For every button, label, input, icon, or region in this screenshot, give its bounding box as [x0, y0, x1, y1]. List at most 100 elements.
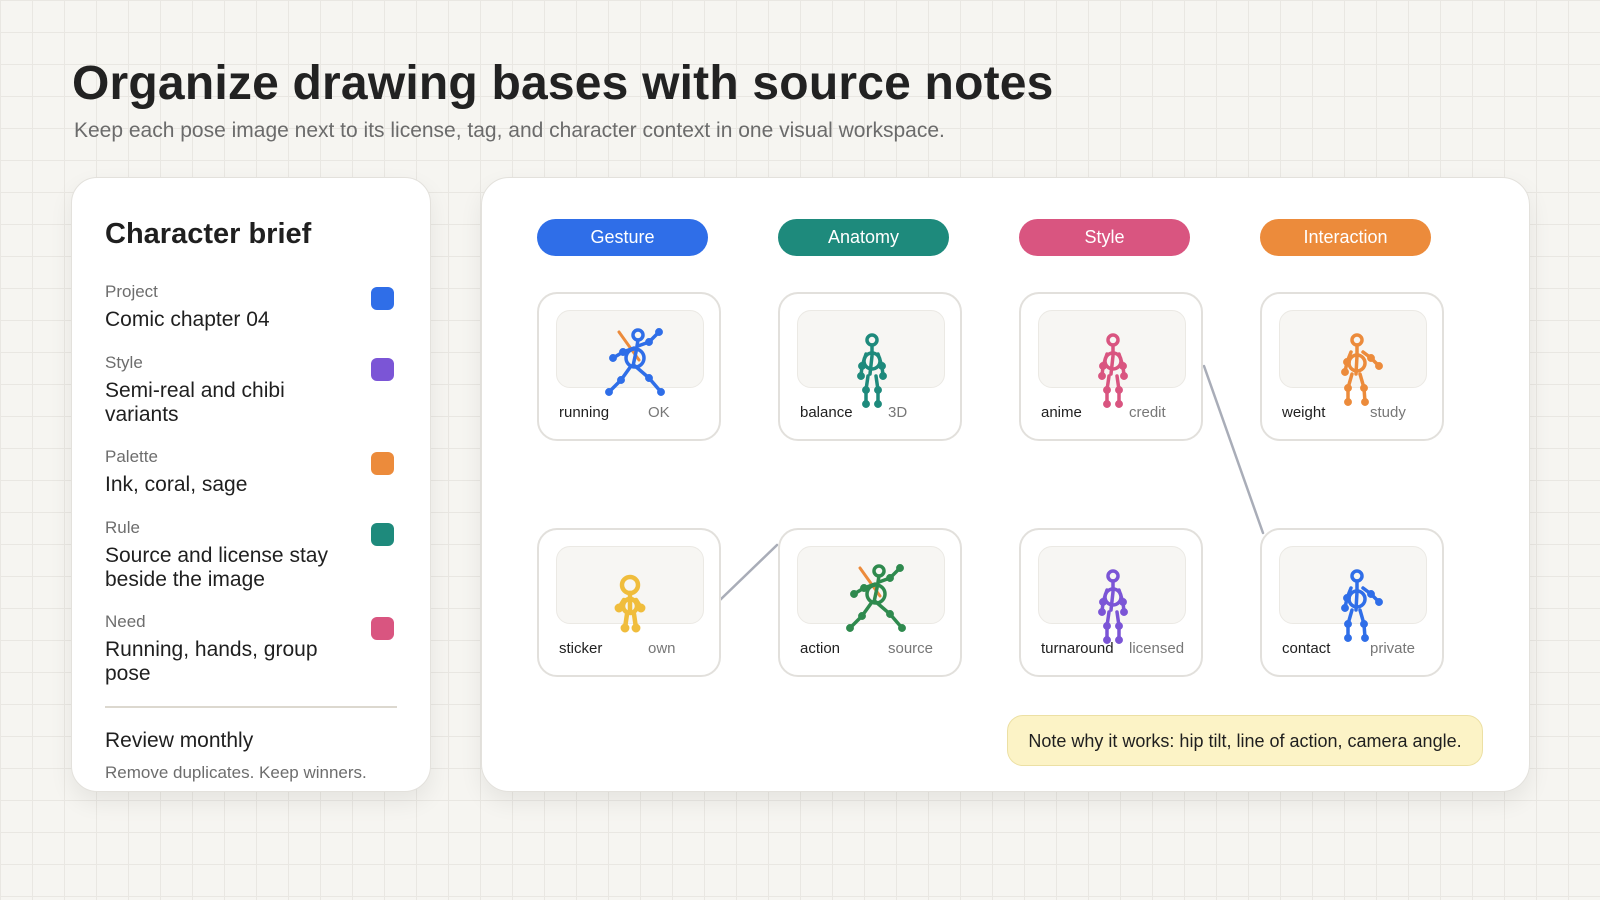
figure-joint — [1115, 400, 1123, 408]
figure-joint — [858, 362, 866, 370]
card-tag: balance — [800, 404, 853, 421]
swatch-rule — [371, 523, 394, 546]
figure-joint — [874, 386, 882, 394]
figure-joint — [1119, 362, 1127, 370]
figure-joint — [1115, 636, 1123, 644]
field-value: Comic chapter 04 — [105, 308, 270, 331]
pose-card[interactable]: weight study — [1260, 292, 1444, 441]
swatch-palette — [371, 452, 394, 475]
figure-joint — [609, 354, 617, 362]
figure-joint — [645, 338, 653, 346]
pose-card[interactable]: sticker own — [537, 528, 721, 677]
pose-card[interactable]: turnaround licensed — [1019, 528, 1203, 677]
pose-card[interactable]: anime credit — [1019, 292, 1203, 441]
swatch-project — [371, 287, 394, 310]
figure-joint — [862, 386, 870, 394]
figure-joint — [1344, 634, 1352, 642]
figure-joint — [1361, 634, 1369, 642]
figure-joint — [605, 388, 613, 396]
figure-joint — [1115, 622, 1123, 630]
figure-joint — [879, 372, 887, 380]
figure-joint — [1360, 384, 1368, 392]
figure-joint — [1341, 604, 1349, 612]
card-note: private — [1370, 640, 1416, 657]
figure-joint — [1343, 594, 1351, 602]
figure-joint — [1343, 358, 1351, 366]
field-value: Ink, coral, sage — [105, 473, 248, 496]
category-pill-anatomy[interactable]: Anatomy — [778, 219, 949, 256]
figure-joint — [645, 374, 653, 382]
field-label: Project — [105, 282, 158, 301]
category-pill-style[interactable]: Style — [1019, 219, 1190, 256]
pose-card[interactable]: contact private — [1260, 528, 1444, 677]
card-note: 3D — [888, 404, 908, 421]
figure-joint — [1115, 386, 1123, 394]
card-note: OK — [648, 404, 670, 421]
connector-line — [718, 543, 779, 602]
brief-field-rule: Rule Source and license stay beside the … — [105, 518, 405, 592]
card-tag: action — [800, 640, 841, 657]
figure-joint — [1119, 598, 1127, 606]
card-tag: running — [559, 404, 610, 421]
field-label: Style — [105, 353, 143, 372]
figure-joint — [857, 372, 865, 380]
figure-joint — [1341, 368, 1349, 376]
field-value: Semi-real and chibi variants — [105, 379, 285, 426]
card-note: licensed — [1129, 640, 1185, 657]
figure-joint — [631, 623, 641, 633]
pose-figure — [857, 333, 887, 408]
page-subtitle: Keep each pose image next to its license… — [74, 119, 945, 142]
figure-joint — [860, 584, 868, 592]
figure-joint — [617, 376, 625, 384]
figure-joint — [1103, 622, 1111, 630]
figure-joint — [1103, 400, 1111, 408]
figure-joint — [898, 624, 906, 632]
brief-title: Character brief — [105, 218, 312, 250]
figure-joint — [1367, 354, 1375, 362]
category-pill-gesture[interactable]: Gesture — [537, 219, 708, 256]
card-tag: weight — [1282, 404, 1326, 421]
figure-head — [619, 574, 641, 596]
pose-figure — [1098, 333, 1128, 408]
card-tag: turnaround — [1041, 640, 1114, 657]
figure-joint — [878, 362, 886, 370]
pose-card[interactable]: running OK — [537, 292, 721, 441]
pose-figure — [614, 574, 646, 633]
figure-joint — [636, 603, 646, 613]
card-connectors — [718, 364, 1265, 602]
figure-joint — [655, 328, 663, 336]
pose-board: Gesture Anatomy Style Interaction runnin… — [481, 177, 1530, 792]
figure-joint — [886, 574, 894, 582]
brief-divider — [105, 706, 397, 708]
category-pill-interaction[interactable]: Interaction — [1260, 219, 1431, 256]
pose-figure — [1341, 333, 1383, 406]
card-tag: anime — [1041, 404, 1082, 421]
connector-line — [1202, 364, 1265, 535]
field-label: Rule — [105, 518, 140, 537]
figure-joint — [886, 610, 894, 618]
brief-field-project: Project Comic chapter 04 — [105, 282, 405, 332]
pose-card[interactable]: balance 3D — [778, 292, 962, 441]
pose-card[interactable]: action source — [778, 528, 962, 677]
field-label: Need — [105, 612, 146, 631]
pose-figure — [1341, 569, 1383, 642]
card-tag: sticker — [559, 640, 603, 657]
brief-field-palette: Palette Ink, coral, sage — [105, 447, 405, 497]
figure-joint — [1344, 398, 1352, 406]
brief-field-need: Need Running, hands, group pose — [105, 612, 405, 686]
field-label: Palette — [105, 447, 158, 466]
field-value: Running, hands, group pose — [105, 638, 318, 685]
figure-joint — [1375, 362, 1383, 370]
card-note: own — [648, 640, 676, 657]
figure-joint — [1344, 620, 1352, 628]
figure-joint — [1344, 384, 1352, 392]
figure-joint — [1099, 598, 1107, 606]
figure-joint — [619, 348, 627, 356]
card-note: study — [1370, 404, 1406, 421]
card-note: credit — [1129, 404, 1166, 421]
figure-joint — [1099, 362, 1107, 370]
pose-figure — [1098, 569, 1128, 644]
review-note: Remove duplicates. Keep winners. — [105, 763, 367, 782]
figure-joint — [1361, 398, 1369, 406]
figure-joint — [1360, 620, 1368, 628]
